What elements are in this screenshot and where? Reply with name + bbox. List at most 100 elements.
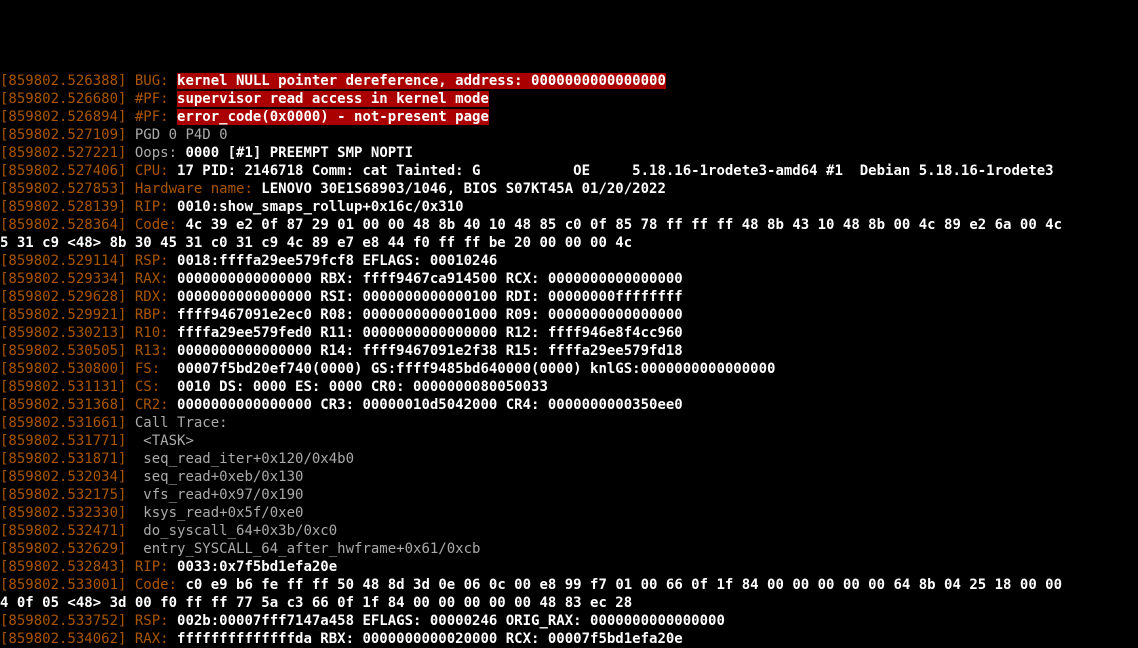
log-text: vfs_read+0x97/0x190 (126, 487, 303, 503)
log-label: Code: (126, 217, 185, 233)
log-line: [859802.528139] RIP: 0010:show_smaps_rol… (0, 198, 1138, 216)
log-line-continuation: 5 31 c9 <48> 8b 30 45 31 c0 31 c9 4c 89 … (0, 234, 1138, 252)
log-line: [859802.529114] RSP: 0018:ffffa29ee579fc… (0, 252, 1138, 270)
log-value: 0000 [#1] PREEMPT SMP NOPTI (185, 145, 413, 161)
log-line: [859802.526388] BUG: kernel NULL pointer… (0, 72, 1138, 90)
log-text: Call Trace: (126, 415, 227, 431)
log-value: LENOVO 30E1S68903/1046, BIOS S07KT45A 01… (261, 181, 666, 197)
log-value: ffffa29ee579fed0 R11: 0000000000000000 R… (177, 325, 683, 341)
log-label: Oops: (126, 145, 185, 161)
log-line: [859802.532330] ksys_read+0x5f/0xe0 (0, 504, 1138, 522)
timestamp: [859802.529334] (0, 271, 126, 287)
log-line: [859802.527221] Oops: 0000 [#1] PREEMPT … (0, 144, 1138, 162)
log-value: 17 PID: 2146718 Comm: cat Tainted: G OE … (177, 163, 1054, 179)
log-label: RSP: (126, 613, 177, 629)
timestamp: [859802.531661] (0, 415, 126, 431)
timestamp: [859802.531131] (0, 379, 126, 395)
timestamp: [859802.534062] (0, 631, 126, 647)
timestamp: [859802.531771] (0, 433, 126, 449)
timestamp: [859802.527853] (0, 181, 126, 197)
log-label: CPU: (126, 163, 177, 179)
timestamp: [859802.533752] (0, 613, 126, 629)
log-value: 0000000000000000 CR3: 00000010d5042000 C… (177, 397, 683, 413)
timestamp: [859802.532471] (0, 523, 126, 539)
log-line: [859802.533001] Code: c0 e9 b6 fe ff ff … (0, 576, 1138, 594)
log-value: 5 31 c9 <48> 8b 30 45 31 c0 31 c9 4c 89 … (0, 235, 632, 251)
timestamp: [859802.533001] (0, 577, 126, 593)
log-value: 0010 DS: 0000 ES: 0000 CR0: 000000008005… (177, 379, 548, 395)
log-label: #PF: (126, 109, 177, 125)
log-text: do_syscall_64+0x3b/0xc0 (126, 523, 337, 539)
log-text: ksys_read+0x5f/0xe0 (126, 505, 303, 521)
log-line: [859802.532629] entry_SYSCALL_64_after_h… (0, 540, 1138, 558)
log-text: <TASK> (126, 433, 193, 449)
log-line: [859802.527406] CPU: 17 PID: 2146718 Com… (0, 162, 1138, 180)
log-line-continuation: 4 0f 05 <48> 3d 00 f0 ff ff 77 5a c3 66 … (0, 594, 1138, 612)
timestamp: [859802.532843] (0, 559, 126, 575)
log-text: seq_read+0xeb/0x130 (126, 469, 303, 485)
log-line: [859802.530800] FS: 00007f5bd20ef740(000… (0, 360, 1138, 378)
timestamp: [859802.527221] (0, 145, 126, 161)
log-value: 0018:ffffa29ee579fcf8 EFLAGS: 00010246 (177, 253, 497, 269)
log-label: FS: (126, 361, 177, 377)
log-label: CR2: (126, 397, 177, 413)
log-line: [859802.531368] CR2: 0000000000000000 CR… (0, 396, 1138, 414)
log-label: RSP: (126, 253, 177, 269)
log-value: 0033:0x7f5bd1efa20e (177, 559, 337, 575)
timestamp: [859802.531871] (0, 451, 126, 467)
critical-message: supervisor read access in kernel mode (177, 91, 489, 107)
log-label: CS: (126, 379, 177, 395)
log-value: 0010:show_smaps_rollup+0x16c/0x310 (177, 199, 464, 215)
log-value: 4 0f 05 <48> 3d 00 f0 ff ff 77 5a c3 66 … (0, 595, 632, 611)
log-line: [859802.531661] Call Trace: (0, 414, 1138, 432)
kernel-log: [859802.526388] BUG: kernel NULL pointer… (0, 72, 1138, 648)
timestamp: [859802.532629] (0, 541, 126, 557)
timestamp: [859802.527406] (0, 163, 126, 179)
timestamp: [859802.528139] (0, 199, 126, 215)
log-value: ffff9467091e2ec0 R08: 0000000000001000 R… (177, 307, 683, 323)
log-line: [859802.532175] vfs_read+0x97/0x190 (0, 486, 1138, 504)
timestamp: [859802.528364] (0, 217, 126, 233)
log-label: RAX: (126, 631, 177, 647)
log-line: [859802.526680] #PF: supervisor read acc… (0, 90, 1138, 108)
log-value: 0000000000000000 RBX: ffff9467ca914500 R… (177, 271, 683, 287)
timestamp: [859802.529921] (0, 307, 126, 323)
log-line: [859802.532843] RIP: 0033:0x7f5bd1efa20e (0, 558, 1138, 576)
log-label: RIP: (126, 199, 177, 215)
timestamp: [859802.531368] (0, 397, 126, 413)
critical-message: error_code(0x0000) - not-present page (177, 109, 489, 125)
timestamp: [859802.526388] (0, 73, 126, 89)
log-label: R10: (126, 325, 177, 341)
log-label: BUG: (126, 73, 177, 89)
timestamp: [859802.526894] (0, 109, 126, 125)
log-value: 00007f5bd20ef740(0000) GS:ffff9485bd6400… (177, 361, 775, 377)
log-line: [859802.531771] <TASK> (0, 432, 1138, 450)
timestamp: [859802.526680] (0, 91, 126, 107)
log-line: [859802.529628] RDX: 0000000000000000 RS… (0, 288, 1138, 306)
timestamp: [859802.530213] (0, 325, 126, 341)
log-line: [859802.529921] RBP: ffff9467091e2ec0 R0… (0, 306, 1138, 324)
log-line: [859802.527853] Hardware name: LENOVO 30… (0, 180, 1138, 198)
log-value: 002b:00007fff7147a458 EFLAGS: 00000246 O… (177, 613, 725, 629)
log-label: RAX: (126, 271, 177, 287)
timestamp: [859802.527109] (0, 127, 126, 143)
log-line: [859802.532471] do_syscall_64+0x3b/0xc0 (0, 522, 1138, 540)
timestamp: [859802.530800] (0, 361, 126, 377)
log-text: PGD 0 P4D 0 (126, 127, 227, 143)
log-label: R13: (126, 343, 177, 359)
timestamp: [859802.532330] (0, 505, 126, 521)
log-line: [859802.532034] seq_read+0xeb/0x130 (0, 468, 1138, 486)
log-text: seq_read_iter+0x120/0x4b0 (126, 451, 354, 467)
timestamp: [859802.532034] (0, 469, 126, 485)
log-label: #PF: (126, 91, 177, 107)
log-value: 4c 39 e2 0f 87 29 01 00 00 48 8b 40 10 4… (185, 217, 1062, 233)
log-label: Hardware name: (126, 181, 261, 197)
critical-message: kernel NULL pointer dereference, address… (177, 73, 666, 89)
timestamp: [859802.532175] (0, 487, 126, 503)
log-label: RDX: (126, 289, 177, 305)
log-value: 0000000000000000 RSI: 0000000000000100 R… (177, 289, 683, 305)
log-label: Code: (126, 577, 185, 593)
log-line: [859802.533752] RSP: 002b:00007fff7147a4… (0, 612, 1138, 630)
log-label: RIP: (126, 559, 177, 575)
log-value: ffffffffffffffda RBX: 0000000000020000 R… (177, 631, 683, 647)
